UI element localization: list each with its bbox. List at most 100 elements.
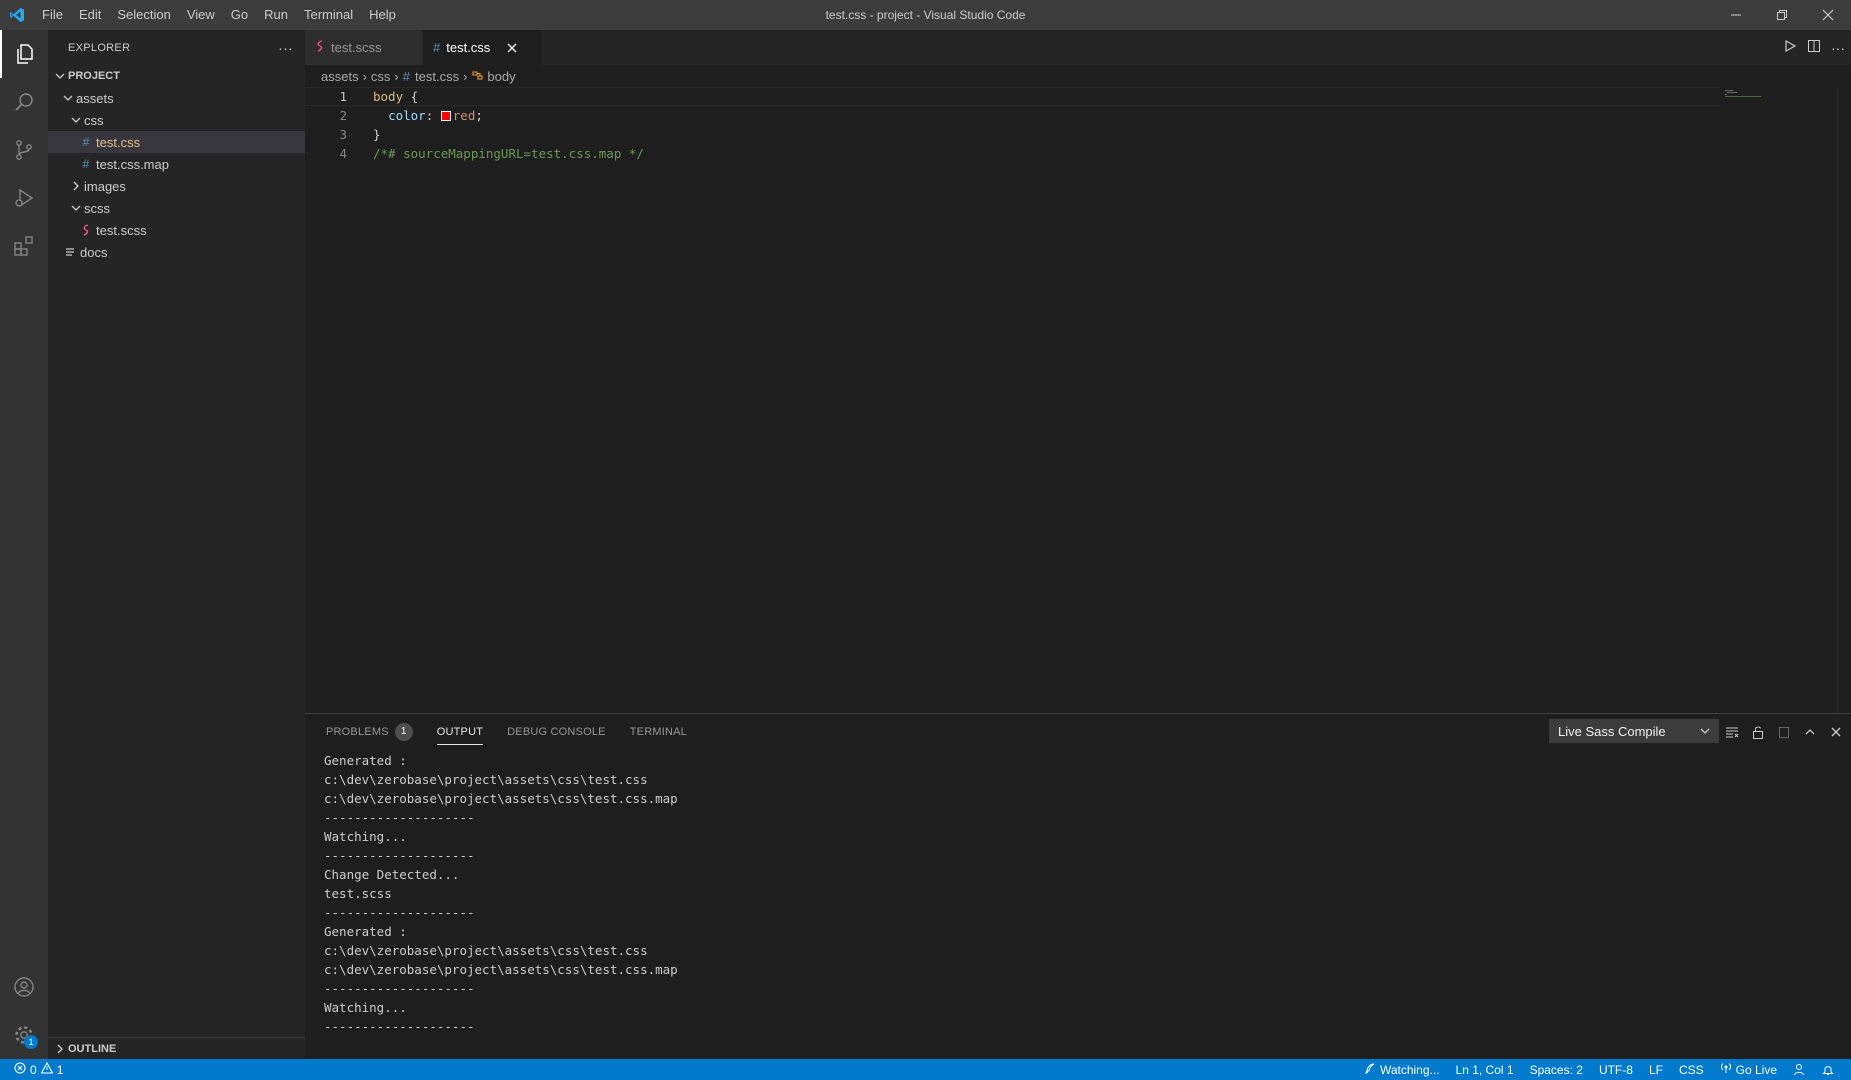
chevron-right-icon: › [394,68,399,84]
encoding[interactable]: UTF-8 [1591,1063,1641,1077]
run-icon[interactable] [1783,39,1797,56]
chevron-down-icon [1700,724,1710,739]
output-line: c:\dev\zerobase\project\assets\css\test.… [324,943,648,958]
menu-bar: File Edit Selection View Go Run Terminal… [34,0,404,30]
vscode-logo-icon [0,0,34,30]
panel-actions [1721,714,1851,749]
split-editor-icon[interactable] [1807,39,1821,56]
menu-edit[interactable]: Edit [71,0,109,30]
tree-folder-css[interactable]: css [48,109,305,131]
menu-view[interactable]: View [179,0,223,30]
window-controls [1713,0,1851,30]
breadcrumb-item[interactable]: assets [321,69,359,84]
menu-file[interactable]: File [34,0,71,30]
chevron-down-icon [52,71,68,81]
accounts-icon[interactable] [0,963,48,1011]
css-selector: body [373,89,404,104]
tab-test-css[interactable]: # test.css [423,30,543,65]
editor-scrollbar[interactable] [1837,87,1851,713]
source-control-icon[interactable] [0,126,48,174]
close-window-icon[interactable] [1805,0,1851,30]
code-text: body { [373,89,418,104]
status-bar-right: Watching... Ln 1, Col 1 Spaces: 2 UTF-8 … [1356,1059,1843,1080]
outline-title: OUTLINE [68,1042,117,1055]
breadcrumb-item[interactable]: css [371,69,391,84]
menu-go[interactable]: Go [223,0,256,30]
code-editor[interactable]: 1 body { 2 color: red; 3 } 4 /*# sourceM… [305,87,1851,713]
output-line: -------------------- [324,848,475,863]
go-live-button[interactable]: Go Live [1712,1062,1785,1077]
menu-terminal[interactable]: Terminal [296,0,361,30]
css-file-icon: # [82,157,90,171]
tab-terminal[interactable]: TERMINAL [630,714,687,749]
code-comment: /*# sourceMappingURL=test.css.map */ [373,146,644,161]
close-icon[interactable] [504,40,520,56]
output-line: Watching... [324,829,407,844]
notifications-bell-icon[interactable] [1814,1063,1843,1076]
close-panel-icon[interactable] [1825,721,1847,743]
tab-debug-console[interactable]: DEBUG CONSOLE [507,714,606,749]
more-actions-icon[interactable]: ··· [1831,40,1845,56]
maximize-panel-icon[interactable] [1799,721,1821,743]
cursor-position[interactable]: Ln 1, Col 1 [1448,1063,1522,1077]
warning-icon [40,1061,54,1077]
output-line: Watching... [324,1000,407,1015]
output-line: c:\dev\zerobase\project\assets\css\test.… [324,772,648,787]
line-number: 3 [339,127,347,142]
tree-folder-images[interactable]: images [48,175,305,197]
code-text: color: red; [373,108,483,123]
extensions-icon[interactable] [0,222,48,270]
language-mode[interactable]: CSS [1671,1063,1712,1077]
minimap[interactable] [1725,87,1765,97]
open-log-icon[interactable] [1773,721,1795,743]
tree-folder-assets[interactable]: assets [48,87,305,109]
code-line: 4 /*# sourceMappingURL=test.css.map */ [305,144,1851,163]
chevron-down-icon [68,115,84,125]
feedback-icon[interactable] [1785,1063,1814,1076]
color-swatch[interactable] [440,111,451,121]
brace: { [403,89,419,104]
menu-help[interactable]: Help [361,0,404,30]
explorer-icon[interactable] [0,30,48,78]
project-section-header[interactable]: PROJECT [48,65,305,87]
breadcrumb-item[interactable]: body [487,69,515,84]
tab-test-scss[interactable]: test.scss [305,30,423,65]
output-line: -------------------- [324,1019,475,1034]
outline-section-header[interactable]: OUTLINE [48,1037,305,1059]
search-icon[interactable] [0,78,48,126]
restore-icon[interactable] [1759,0,1805,30]
breadcrumb-item[interactable]: test.css [415,69,459,84]
more-actions-icon[interactable]: ··· [278,40,293,56]
run-debug-icon[interactable] [0,174,48,222]
tree-file-test-scss[interactable]: test.scss [48,219,305,241]
output-line: c:\dev\zerobase\project\assets\css\test.… [324,962,678,977]
problems-status[interactable]: 0 1 [0,1061,64,1077]
output-log[interactable]: Generated : c:\dev\zerobase\project\asse… [324,751,678,1036]
tab-problems[interactable]: PROBLEMS 1 [326,714,413,749]
tree-folder-scss[interactable]: scss [48,197,305,219]
status-bar: 0 1 Watching... Ln 1, Col 1 Spaces: 2 UT… [0,1059,1851,1080]
tree-file-test-css-map[interactable]: # test.css.map [48,153,305,175]
output-channel-select[interactable]: Live Sass Compile [1549,719,1719,743]
warning-count: 1 [56,1062,64,1077]
clear-output-icon[interactable] [1721,721,1743,743]
lock-scroll-icon[interactable] [1747,721,1769,743]
manage-gear-icon[interactable]: 1 [0,1011,48,1059]
output-line: -------------------- [324,810,475,825]
tree-file-test-css[interactable]: # test.css [48,131,305,153]
minimize-icon[interactable] [1713,0,1759,30]
editor-tabs: test.scss # test.css ··· [305,30,1851,65]
menu-run[interactable]: Run [256,0,296,30]
manage-badge: 1 [24,1035,38,1049]
tab-output[interactable]: OUTPUT [436,714,484,749]
breadcrumb: assets › css › # test.css › body [305,65,1851,87]
end-of-line[interactable]: LF [1641,1063,1671,1077]
output-line: test.scss [324,886,392,901]
line-number: 1 [339,89,347,104]
indentation[interactable]: Spaces: 2 [1522,1063,1591,1077]
tree-file-docs[interactable]: docs [48,241,305,263]
sass-watching-status[interactable]: Watching... [1356,1062,1448,1077]
tree-label: scss [84,200,110,216]
title-bar: File Edit Selection View Go Run Terminal… [0,0,1851,30]
menu-selection[interactable]: Selection [109,0,178,30]
